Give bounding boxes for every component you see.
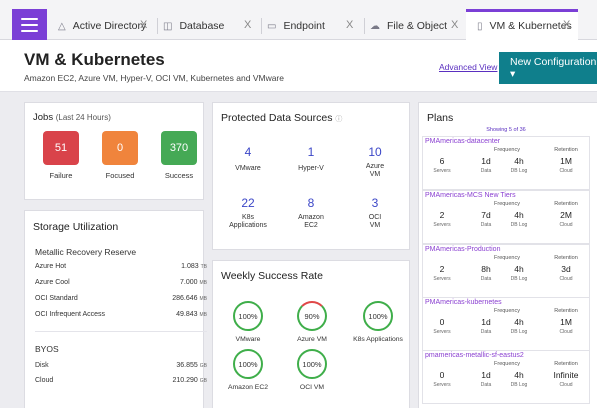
amazon-ec2-label: Amazon EC2	[298, 214, 324, 229]
tab-endpoint[interactable]: ▭ Endpoint X	[267, 13, 353, 39]
plan-card[interactable]: PMAmericas-kubernetes Frequency Retentio…	[422, 297, 590, 351]
focused-count-tile[interactable]: 0	[102, 131, 138, 165]
page-subtitle: Amazon EC2, Azure VM, Hyper-V, OCI VM, K…	[24, 73, 284, 83]
failure-count-tile[interactable]: 51	[43, 131, 79, 165]
storage-row: Azure Hot 1.083 TB	[35, 263, 207, 270]
page-header: VM & Kubernetes Amazon EC2, Azure VM, Hy…	[0, 40, 597, 92]
triangle-icon: △	[58, 20, 66, 32]
jobs-title: Jobs (Last 24 Hours)	[33, 112, 111, 123]
weekly-success-rate-card: Weekly Success Rate 100% VMware 90% Azur…	[212, 260, 410, 408]
monitor-icon: ▭	[267, 20, 277, 32]
tab-database[interactable]: ◫ Database X	[163, 13, 251, 39]
storage-row: Disk 36.855 GB	[35, 362, 207, 369]
vmware-success-ring[interactable]: 100%	[233, 301, 263, 331]
tab-bar: △ Active Directory X ◫ Database X ▭ Endp…	[0, 0, 597, 40]
protected-data-sources-card: Protected Data Sources ⓘ 4 VMware 1 Hype…	[212, 102, 410, 250]
amazon-ec2-count[interactable]: 8	[281, 196, 341, 210]
storage-utilization-card: Storage Utilization Metallic Recovery Re…	[24, 210, 207, 408]
plan-name-link[interactable]: PMAmericas-kubernetes	[425, 299, 502, 306]
oci-vm-ring-label: OCI VM	[299, 384, 325, 391]
success-label: Success	[164, 171, 194, 180]
plans-showing-text: Showing 5 of 36	[486, 127, 526, 133]
info-icon: ⓘ	[335, 116, 343, 123]
plan-name-link[interactable]: pmamericas-metallic-sf-eastus2	[425, 352, 524, 359]
failure-label: Failure	[49, 171, 73, 180]
pds-title: Protected Data Sources ⓘ	[221, 112, 343, 124]
amazon-ec2-success-ring[interactable]: 100%	[233, 349, 263, 379]
close-icon[interactable]: X	[451, 19, 458, 31]
focused-label: Focused	[105, 171, 135, 180]
wsr-title: Weekly Success Rate	[221, 270, 323, 282]
vmware-count[interactable]: 4	[218, 145, 278, 159]
storage-row: OCI Infrequent Access 49.843 MB	[35, 311, 207, 318]
plan-card[interactable]: PMAmericas-MCS New Tiers Frequency Reten…	[422, 190, 590, 244]
hyperv-count[interactable]: 1	[281, 145, 341, 159]
new-configuration-button[interactable]: New Configuration ▾	[499, 52, 597, 84]
plan-name-link[interactable]: PMAmericas-Production	[425, 246, 500, 253]
mrr-heading: Metallic Recovery Reserve	[35, 247, 137, 257]
database-icon: ◫	[163, 20, 173, 32]
azure-vm-label: Azure VM	[365, 163, 385, 178]
amazon-ec2-ring-label: Amazon EC2	[227, 384, 269, 391]
vmware-ring-label: VMware	[235, 336, 261, 343]
plan-card[interactable]: PMAmericas-Production Frequency Retentio…	[422, 244, 590, 298]
plan-name-link[interactable]: PMAmericas-MCS New Tiers	[425, 192, 516, 199]
azure-vm-ring-label: Azure VM	[297, 336, 327, 343]
cloud-icon: ☁	[370, 20, 380, 32]
storage-row: Azure Cool 7.000 MB	[35, 279, 207, 286]
divider	[35, 331, 207, 332]
tab-file-object[interactable]: ☁ File & Object X	[370, 13, 458, 39]
plan-card[interactable]: pmamericas-metallic-sf-eastus2 Frequency…	[422, 350, 590, 404]
oci-vm-success-ring[interactable]: 100%	[297, 349, 327, 379]
success-count-tile[interactable]: 370	[161, 131, 197, 165]
jobs-card: Jobs (Last 24 Hours) 51 Failure 0 Focuse…	[24, 102, 204, 200]
server-icon: ▯	[477, 20, 483, 32]
advanced-view-link[interactable]: Advanced View	[439, 62, 497, 72]
oci-vm-label: OCI VM	[368, 214, 382, 229]
k8s-success-ring[interactable]: 100%	[363, 301, 393, 331]
storage-title: Storage Utilization	[33, 221, 119, 233]
azure-vm-success-ring[interactable]: 90%	[297, 301, 327, 331]
plan-name-link[interactable]: PMAmericas-datacenter	[425, 138, 500, 145]
close-icon[interactable]: X	[244, 19, 251, 31]
byos-heading: BYOS	[35, 344, 59, 354]
k8s-count[interactable]: 22	[218, 196, 278, 210]
storage-row: OCI Standard 286.646 MB	[35, 295, 207, 302]
azure-vm-count[interactable]: 10	[345, 145, 405, 159]
tab-active-directory[interactable]: △ Active Directory X	[58, 13, 147, 39]
hyperv-label: Hyper-V	[298, 165, 324, 172]
k8s-label: K8s Applications	[229, 214, 267, 229]
hamburger-menu-button[interactable]	[12, 9, 47, 40]
oci-vm-count[interactable]: 3	[345, 196, 405, 210]
plan-card[interactable]: PMAmericas-datacenter Frequency Retentio…	[422, 136, 590, 190]
close-icon[interactable]: X	[346, 19, 353, 31]
storage-row: Cloud 210.290 GB	[35, 377, 207, 384]
close-icon[interactable]: X	[140, 19, 147, 31]
tab-vm-kubernetes[interactable]: ▯ VM & Kubernetes X	[466, 9, 578, 40]
page-title: VM & Kubernetes	[24, 50, 165, 69]
plans-title: Plans	[427, 112, 454, 124]
k8s-ring-label: K8s Applications	[353, 336, 403, 343]
vmware-label: VMware	[235, 165, 261, 172]
close-icon[interactable]: X	[563, 19, 570, 31]
